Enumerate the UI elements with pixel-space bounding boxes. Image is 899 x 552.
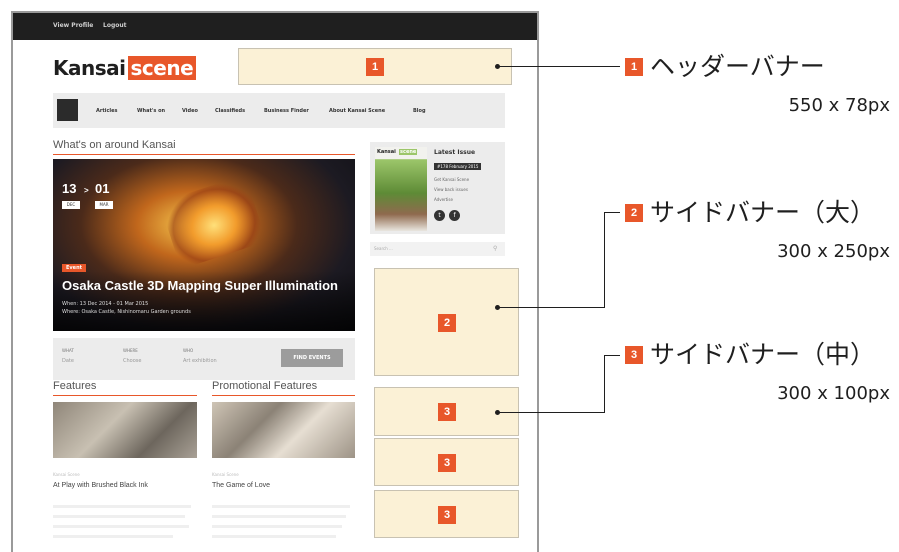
featured-event[interactable]: 13 > 01 DEC MAR Event Osaka Castle 3D Ma…: [53, 159, 355, 331]
search-icon[interactable]: ⚲: [493, 245, 497, 252]
excerpt-line: [212, 515, 346, 518]
nav-item-blog[interactable]: Blog: [413, 108, 426, 114]
nav-item-video[interactable]: Video: [182, 108, 198, 114]
advertise-link[interactable]: Advertise: [434, 197, 453, 202]
excerpt-line: [53, 515, 185, 518]
event-where: Where: Osaka Castle, Nishinomaru Garden …: [62, 309, 191, 315]
cover-title: Kansai: [377, 149, 396, 155]
logo-text: Kansai: [53, 56, 126, 80]
home-icon[interactable]: [57, 99, 78, 121]
excerpt-line: [212, 535, 336, 538]
annotation-size: 300 x 250px: [777, 241, 890, 262]
event-end-day: 01: [95, 181, 110, 196]
annotation-badge: 1: [625, 58, 643, 76]
annotation-label: サイドバナー（大）: [650, 198, 876, 227]
date-arrow: >: [84, 186, 89, 195]
leader-line: [604, 355, 605, 413]
features-photo[interactable]: [53, 402, 197, 458]
excerpt-line: [53, 535, 173, 538]
hero-image: [159, 174, 267, 270]
latest-issue-panel: Kansai scene Latest Issue #178 February 2…: [370, 142, 505, 234]
promo-divider: [212, 395, 355, 396]
promo-title: Promotional Features: [212, 380, 318, 392]
excerpt-line: [212, 525, 342, 528]
event-title[interactable]: Osaka Castle 3D Mapping Super Illuminati…: [62, 278, 338, 293]
logo-accent: scene: [127, 56, 197, 80]
event-end-month: MAR: [95, 201, 113, 209]
excerpt-line: [53, 505, 191, 508]
where-field[interactable]: Choose: [123, 358, 141, 364]
nav-item-about[interactable]: About Kansai Scene: [329, 108, 385, 114]
features-category: Kansai Scene: [53, 472, 80, 477]
side-banner-large[interactable]: 2: [374, 268, 519, 376]
nav-item-whats-on[interactable]: What's on: [137, 108, 165, 114]
banner-number-badge: 3: [438, 454, 456, 472]
find-events-button[interactable]: FIND EVENTS: [281, 349, 343, 367]
issue-badge: #178 February 2015: [434, 163, 482, 170]
site-logo[interactable]: Kansai scene: [53, 56, 197, 80]
annotation-size: 300 x 100px: [777, 383, 890, 404]
promo-photo[interactable]: [212, 402, 355, 458]
leader-line: [498, 307, 604, 308]
excerpt-line: [212, 505, 350, 508]
features-article-title[interactable]: At Play with Brushed Black Ink: [53, 482, 148, 489]
nav-item-articles[interactable]: Articles: [96, 108, 117, 114]
whats-on-title: What's on around Kansai: [53, 139, 176, 151]
banner-number-badge: 3: [438, 506, 456, 524]
promo-article-title[interactable]: The Game of Love: [212, 482, 270, 489]
side-banner-medium[interactable]: 3: [374, 438, 519, 486]
header-banner[interactable]: 1: [238, 48, 512, 85]
facebook-icon[interactable]: f: [449, 210, 460, 221]
event-when: When: 13 Dec 2014 - 01 Mar 2015: [62, 301, 149, 307]
nav-item-business-finder[interactable]: Business Finder: [264, 108, 309, 114]
website-mockup: View Profile Logout Kansai scene 1 Articl…: [11, 11, 539, 552]
back-issues-link[interactable]: View back issues: [434, 187, 468, 192]
side-search-input[interactable]: Search ... ⚲: [370, 242, 505, 256]
annotation-label: サイドバナー（中）: [650, 340, 876, 369]
magazine-cover[interactable]: Kansai scene: [375, 147, 427, 231]
get-kansai-scene-link[interactable]: Get Kansai Scene: [434, 177, 469, 182]
main-nav: Articles What's on Video Classifieds Bus…: [53, 93, 505, 128]
where-label: WHERE: [123, 348, 138, 353]
who-label: WHO: [183, 348, 194, 353]
section-divider: [53, 154, 355, 155]
promo-category: Kansai Scene: [212, 472, 239, 477]
nav-item-classifieds[interactable]: Classifieds: [215, 108, 245, 114]
event-tag[interactable]: Event: [62, 264, 87, 272]
features-title: Features: [53, 380, 97, 392]
banner-number-badge: 3: [438, 403, 456, 421]
side-banner-medium[interactable]: 3: [374, 490, 519, 538]
excerpt-line: [53, 525, 189, 528]
what-label: WHAT: [62, 348, 74, 353]
annotation-size: 550 x 78px: [788, 95, 890, 116]
leader-line: [498, 66, 620, 67]
leader-line: [604, 212, 605, 308]
cover-accent: scene: [399, 149, 418, 155]
banner-number-badge: 1: [366, 58, 384, 76]
annotation-badge: 3: [625, 346, 643, 364]
banner-number-badge: 2: [438, 314, 456, 332]
event-start-month: DEC: [62, 201, 80, 209]
search-placeholder: Search ...: [374, 246, 393, 251]
annotation-badge: 2: [625, 204, 643, 222]
leader-line: [604, 212, 620, 213]
annotation-label: ヘッダーバナー: [650, 52, 825, 81]
what-field[interactable]: Date: [62, 358, 74, 364]
leader-line: [498, 412, 604, 413]
latest-issue-title: Latest Issue: [434, 149, 476, 156]
who-field[interactable]: Art exhibition: [183, 358, 217, 364]
features-divider: [53, 395, 197, 396]
event-start-day: 13: [62, 181, 77, 196]
leader-line: [604, 355, 620, 356]
logout-link[interactable]: Logout: [103, 22, 127, 29]
twitter-icon[interactable]: t: [434, 210, 445, 221]
event-search: WHAT Date WHERE Choose WHO Art exhibitio…: [53, 338, 355, 380]
view-profile-link[interactable]: View Profile: [53, 22, 93, 29]
top-bar: View Profile Logout: [13, 13, 537, 40]
